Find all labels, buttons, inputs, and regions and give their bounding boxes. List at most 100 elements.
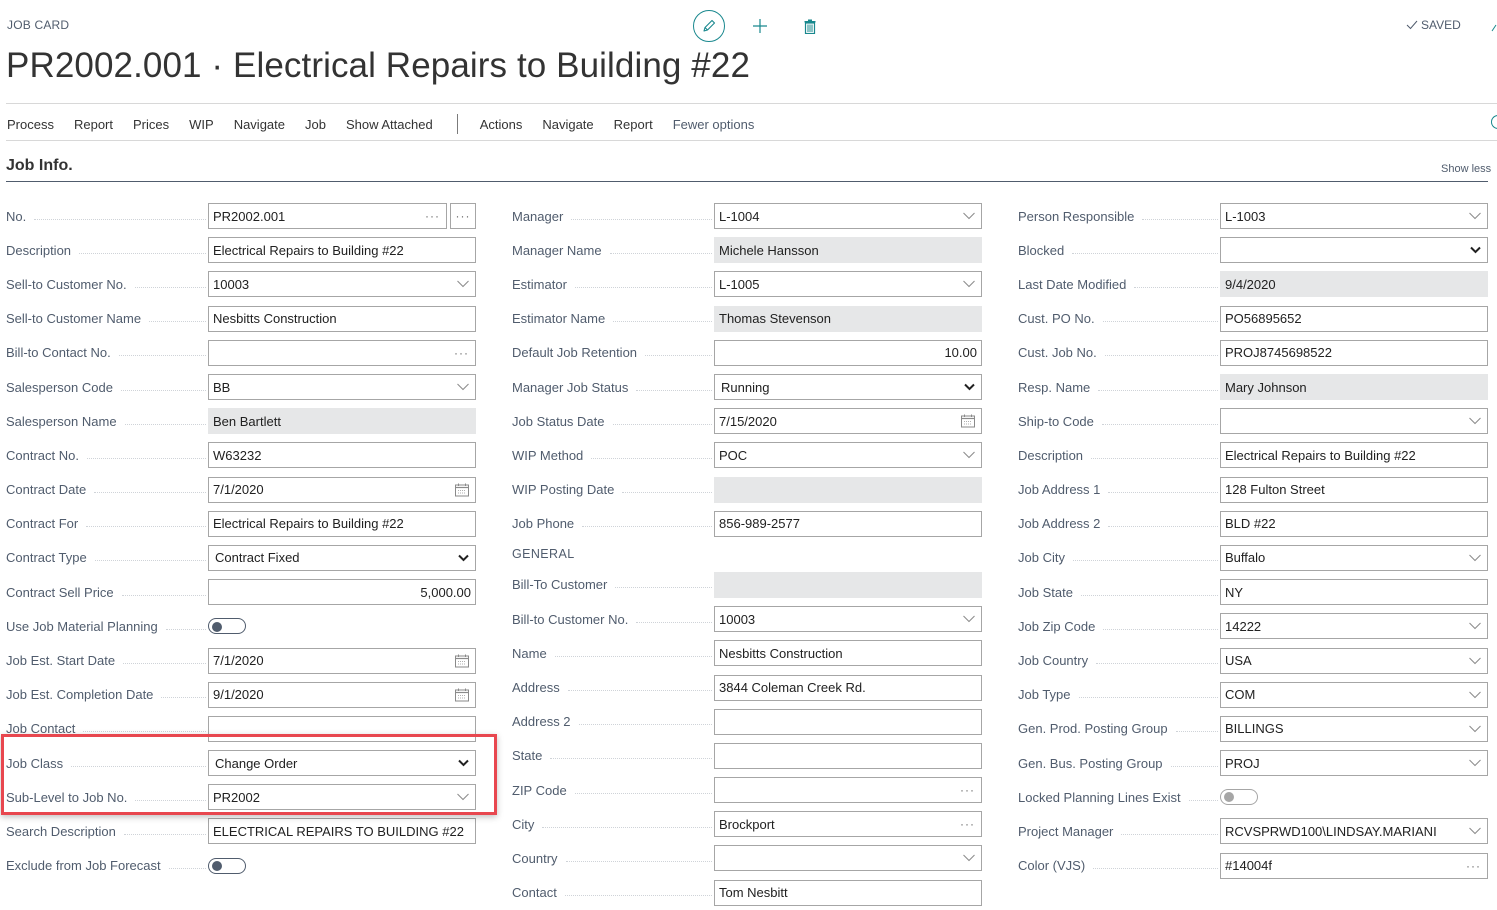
job-est-start-date-field[interactable]: 7/1/2020 bbox=[208, 647, 476, 674]
salesperson-code-field[interactable]: BB bbox=[208, 374, 476, 401]
job-address-2-field[interactable]: BLD #22 bbox=[1220, 510, 1488, 537]
calendar-icon[interactable] bbox=[961, 414, 975, 428]
info-pane-toggle-icon[interactable] bbox=[1491, 115, 1497, 129]
manager-field[interactable]: L-1004 bbox=[714, 203, 982, 230]
job-phone-field[interactable]: 856-989-2577 bbox=[714, 510, 982, 537]
name-field[interactable]: Nesbitts Construction bbox=[714, 640, 982, 667]
chevron-down-icon[interactable] bbox=[1469, 622, 1481, 630]
action-process[interactable]: Process bbox=[0, 117, 62, 132]
description-field[interactable]: Electrical Repairs to Building #22 bbox=[1220, 442, 1488, 469]
contract-for-field[interactable]: Electrical Repairs to Building #22 bbox=[208, 510, 476, 537]
dropdown-arrow-icon[interactable] bbox=[458, 759, 469, 767]
ellipsis-icon[interactable]: ··· bbox=[960, 818, 975, 830]
description-field[interactable]: Electrical Repairs to Building #22 bbox=[208, 237, 476, 264]
assist-edit-button[interactable]: ··· bbox=[450, 203, 476, 230]
country-field[interactable] bbox=[714, 845, 982, 872]
chevron-down-icon[interactable] bbox=[963, 452, 975, 459]
job-status-date-field[interactable]: 7/15/2020 bbox=[714, 408, 982, 435]
wip-method-field[interactable]: POC bbox=[714, 442, 982, 469]
calendar-icon[interactable] bbox=[455, 688, 469, 702]
bill-to-contact-no-field[interactable]: ··· bbox=[208, 339, 476, 366]
contract-no-field[interactable]: W63232 bbox=[208, 442, 476, 469]
address-2-field[interactable] bbox=[714, 708, 982, 735]
cust-job-no-field[interactable]: PROJ8745698522 bbox=[1220, 339, 1488, 366]
chevron-down-icon[interactable] bbox=[963, 855, 975, 862]
contract-type-field[interactable]: Contract Fixed bbox=[208, 544, 476, 571]
ellipsis-icon[interactable]: ··· bbox=[425, 210, 440, 222]
chevron-down-icon[interactable] bbox=[1469, 725, 1481, 733]
person-responsible-field[interactable]: L-1003 bbox=[1220, 203, 1488, 230]
sub-level-to-job-no-field[interactable]: PR2002 bbox=[208, 784, 476, 811]
bill-to-customer-no-field[interactable]: 10003 bbox=[714, 606, 982, 633]
chevron-down-icon[interactable] bbox=[1469, 554, 1481, 562]
chevron-down-icon[interactable] bbox=[1469, 417, 1481, 425]
action-wip[interactable]: WIP bbox=[181, 117, 222, 132]
chevron-down-icon[interactable] bbox=[1469, 657, 1481, 664]
chevron-down-icon[interactable] bbox=[1469, 691, 1481, 698]
action-report-secondary[interactable]: Report bbox=[606, 117, 661, 132]
address-field[interactable]: 3844 Coleman Creek Rd. bbox=[714, 674, 982, 701]
zip-code-field[interactable]: ··· bbox=[714, 777, 982, 804]
chevron-down-icon[interactable] bbox=[1469, 212, 1481, 220]
gen-bus-posting-group-field[interactable]: PROJ bbox=[1220, 750, 1488, 777]
action-show-attached[interactable]: Show Attached bbox=[338, 117, 441, 132]
ship-to-code-field[interactable] bbox=[1220, 408, 1488, 435]
chevron-down-icon[interactable] bbox=[1469, 759, 1481, 767]
job-class-field[interactable]: Change Order bbox=[208, 750, 476, 777]
job-contact-field[interactable] bbox=[208, 715, 476, 742]
job-country-field[interactable]: USA bbox=[1220, 647, 1488, 674]
job-state-field[interactable]: NY bbox=[1220, 579, 1488, 606]
field-label: Job Status Date bbox=[512, 414, 714, 429]
edit-button[interactable] bbox=[693, 10, 725, 42]
chevron-down-icon[interactable] bbox=[457, 793, 469, 801]
ellipsis-icon[interactable]: ··· bbox=[1466, 860, 1481, 872]
ellipsis-icon[interactable]: ··· bbox=[960, 784, 975, 796]
action-report[interactable]: Report bbox=[66, 117, 121, 132]
manager-job-status-field[interactable]: Running bbox=[714, 374, 982, 401]
blocked-field[interactable] bbox=[1220, 237, 1488, 264]
chevron-down-icon[interactable] bbox=[457, 281, 469, 288]
contract-date-field[interactable]: 7/1/2020 bbox=[208, 476, 476, 503]
job-zip-code-field[interactable]: 14222 bbox=[1220, 613, 1488, 640]
fewer-options-button[interactable]: Fewer options bbox=[665, 117, 763, 132]
expand-icon[interactable] bbox=[1491, 22, 1497, 32]
color-vjs-field[interactable]: #14004f ··· bbox=[1220, 852, 1488, 879]
job-type-field[interactable]: COM bbox=[1220, 681, 1488, 708]
chevron-down-icon[interactable] bbox=[457, 383, 469, 391]
dropdown-arrow-icon[interactable] bbox=[964, 383, 975, 391]
ellipsis-icon[interactable]: ··· bbox=[454, 347, 469, 359]
gen-prod-posting-group-field[interactable]: BILLINGS bbox=[1220, 715, 1488, 742]
exclude-from-job-forecast-toggle[interactable] bbox=[208, 857, 246, 874]
chevron-down-icon[interactable] bbox=[963, 281, 975, 288]
action-prices[interactable]: Prices bbox=[125, 117, 177, 132]
sell-to-customer-name-field[interactable]: Nesbitts Construction bbox=[208, 305, 476, 332]
action-job[interactable]: Job bbox=[297, 117, 334, 132]
city-field[interactable]: Brockport ··· bbox=[714, 811, 982, 838]
chevron-down-icon[interactable] bbox=[963, 615, 975, 623]
sell-to-customer-no-field[interactable]: 10003 bbox=[208, 271, 476, 298]
action-navigate[interactable]: Navigate bbox=[226, 117, 293, 132]
job-address-1-field[interactable]: 128 Fulton Street bbox=[1220, 476, 1488, 503]
calendar-icon[interactable] bbox=[455, 654, 469, 668]
state-field[interactable] bbox=[714, 742, 982, 769]
estimator-field[interactable]: L-1005 bbox=[714, 271, 982, 298]
dropdown-arrow-icon[interactable] bbox=[458, 554, 469, 562]
search-description-field[interactable]: ELECTRICAL REPAIRS TO BUILDING #22 bbox=[208, 818, 476, 845]
default-job-retention-field[interactable]: 10.00 bbox=[714, 339, 982, 366]
chevron-down-icon[interactable] bbox=[963, 212, 975, 220]
action-actions[interactable]: Actions bbox=[472, 117, 531, 132]
calendar-icon[interactable] bbox=[455, 483, 469, 497]
job-est-completion-date-field[interactable]: 9/1/2020 bbox=[208, 681, 476, 708]
delete-button[interactable] bbox=[801, 15, 819, 37]
action-navigate-secondary[interactable]: Navigate bbox=[534, 117, 601, 132]
project-manager-field[interactable]: RCVSPRWD100\LINDSAY.MARIANI bbox=[1220, 818, 1488, 845]
show-less-button[interactable]: Show less bbox=[1441, 163, 1491, 175]
dropdown-arrow-icon[interactable] bbox=[1470, 247, 1481, 254]
no-field[interactable]: PR2002.001 ··· bbox=[208, 203, 447, 230]
contract-sell-price-field[interactable]: 5,000.00 bbox=[208, 579, 476, 606]
new-button[interactable] bbox=[749, 15, 771, 37]
chevron-down-icon[interactable] bbox=[1469, 828, 1481, 835]
use-job-material-planning-toggle[interactable] bbox=[208, 618, 246, 635]
cust-po-no-field[interactable]: PO56895652 bbox=[1220, 305, 1488, 332]
job-city-field[interactable]: Buffalo bbox=[1220, 544, 1488, 571]
